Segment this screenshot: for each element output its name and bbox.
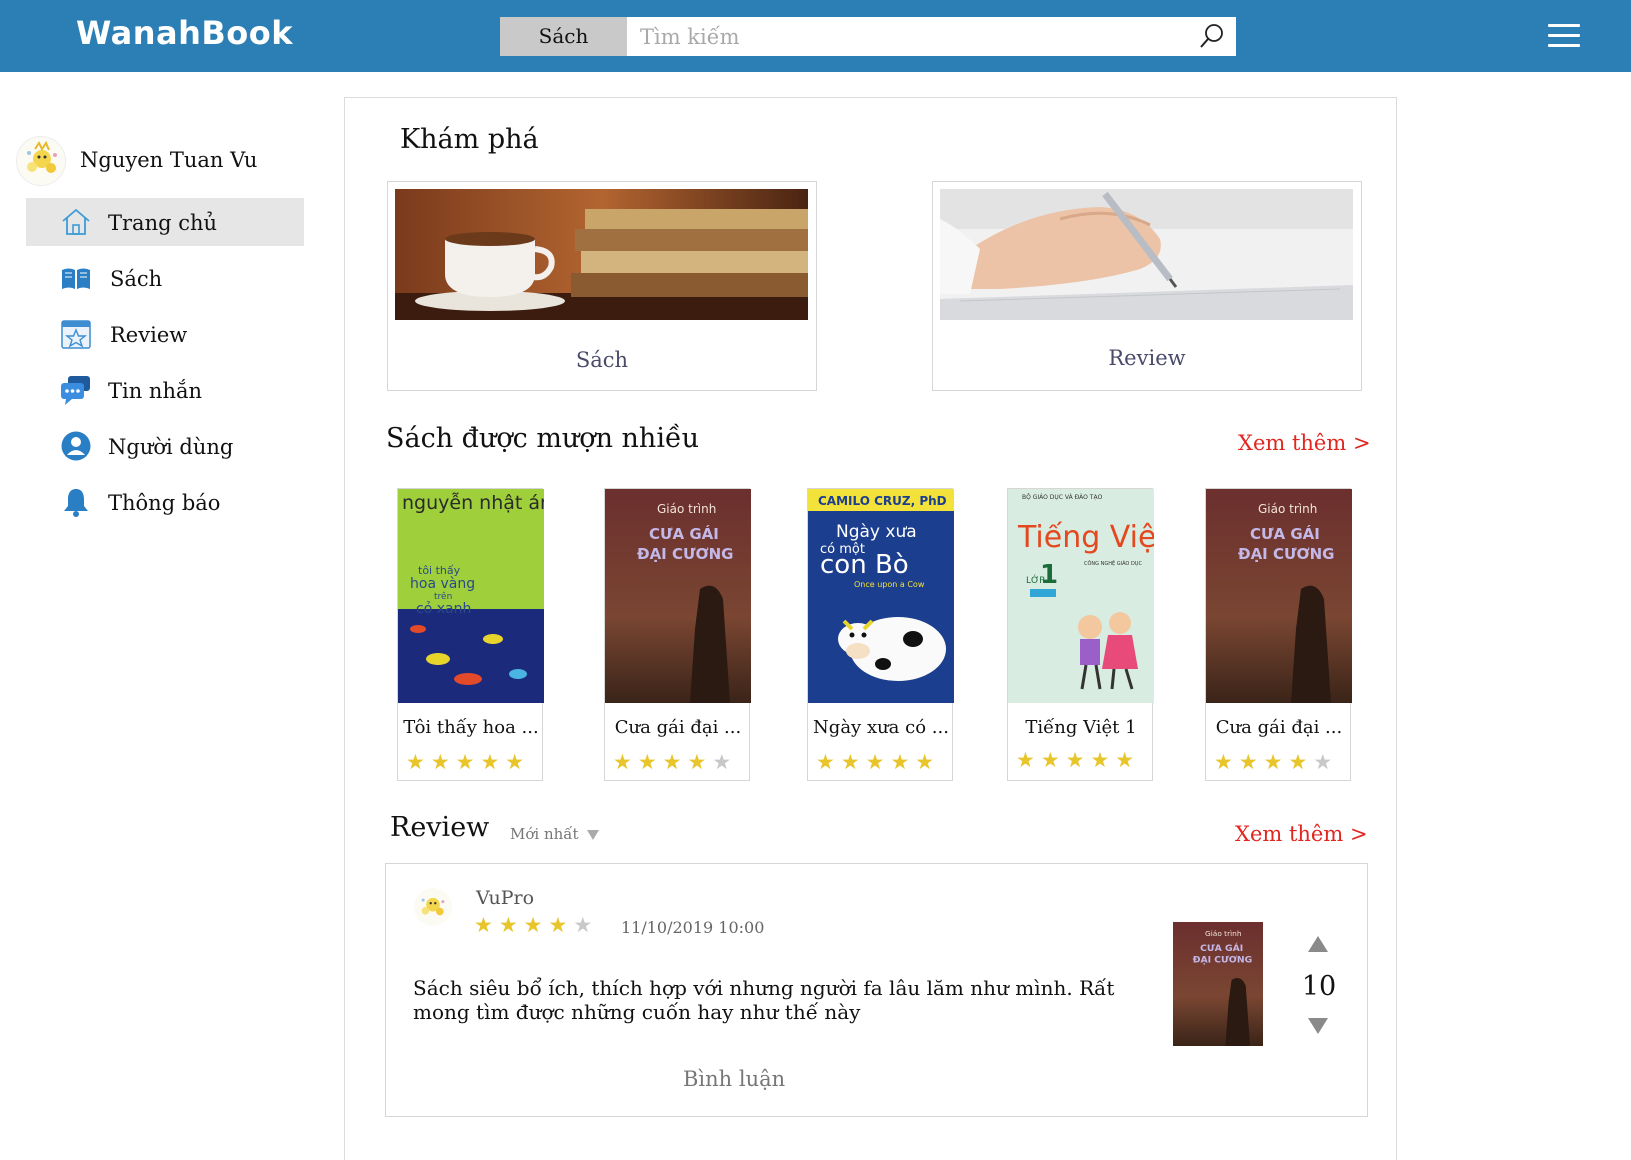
review-text: Sách siêu bổ ích, thích hợp với nhưng ng…	[413, 976, 1115, 1024]
dropdown-caret-icon	[586, 830, 599, 840]
search-icon[interactable]	[1197, 21, 1227, 51]
avatar[interactable]	[414, 888, 452, 926]
book-cover: BỘ GIÁO DỤC VÀ ĐÀO TẠO Tiếng Việt LỚP 1 …	[1008, 489, 1154, 703]
explore-card-label: Sách	[575, 348, 629, 372]
book-card[interactable]: BỘ GIÁO DỤC VÀ ĐÀO TẠO Tiếng Việt LỚP 1 …	[1007, 488, 1154, 781]
sidebar-item-users[interactable]: Người dùng	[26, 422, 304, 470]
book-title: Cưa gái đại ...	[614, 717, 742, 738]
svg-text:Giáo trình: Giáo trình	[1205, 929, 1241, 938]
review-username[interactable]: VuPro	[476, 887, 534, 909]
svg-text:Giáo trình: Giáo trình	[1258, 502, 1317, 516]
upvote-icon[interactable]	[1308, 936, 1328, 952]
comment-button[interactable]: Bình luận	[683, 1067, 785, 1091]
explore-card-label: Review	[1108, 346, 1186, 370]
sidebar-item-label: Người dùng	[108, 435, 234, 459]
book-icon	[62, 268, 90, 289]
bell-icon	[64, 489, 88, 517]
svg-text:Ngày xưa: Ngày xưa	[836, 522, 917, 542]
user-profile[interactable]: Nguyen Tuan Vu	[16, 136, 316, 188]
cover-author: nguyễn nhật ánh	[402, 491, 544, 514]
review-sort-label: Mới nhất	[510, 825, 579, 843]
avatar-image	[18, 138, 65, 185]
explore-heading: Khám phá	[400, 124, 539, 155]
sidebar-item-notifications[interactable]: Thông báo	[26, 478, 304, 526]
search-bar: Sách	[500, 17, 1236, 56]
book-cover: nguyễn nhật ánh tôi thấy hoa vàng trên c…	[398, 489, 544, 703]
svg-text:1: 1	[1040, 560, 1058, 590]
book-rating-stars: ★★★★★	[406, 750, 531, 774]
svg-text:Once upon a Cow: Once upon a Cow	[854, 580, 925, 589]
book-cover: Giáo trình CƯA GÁI ĐẠI CƯƠNG	[1206, 489, 1352, 703]
book-title: Tôi thấy hoa ...	[403, 717, 539, 738]
svg-text:CƯA GÁI: CƯA GÁI	[649, 524, 719, 543]
sidebar-item-label: Tin nhắn	[108, 379, 203, 403]
sidebar-item-messages[interactable]: Tin nhắn	[26, 366, 304, 414]
sidebar-item-label: Trang chủ	[108, 211, 218, 235]
book-cover: Giáo trình CƯA GÁI ĐẠI CƯƠNG	[605, 489, 751, 703]
app-logo[interactable]: WanahBook	[76, 14, 293, 52]
explore-card-review[interactable]: Review	[932, 181, 1362, 391]
svg-text:CƯA GÁI: CƯA GÁI	[1250, 524, 1320, 543]
user-icon	[61, 431, 91, 461]
review-sort-dropdown[interactable]: Mới nhất	[510, 825, 599, 843]
svg-text:BỘ GIÁO DỤC VÀ ĐÀO TẠO: BỘ GIÁO DỤC VÀ ĐÀO TẠO	[1022, 494, 1103, 501]
svg-text:cỏ xanh: cỏ xanh	[416, 601, 471, 617]
hamburger-menu-icon[interactable]	[1548, 24, 1580, 48]
book-title: Cưa gái đại ...	[1215, 717, 1343, 738]
search-category-select[interactable]: Sách	[500, 17, 627, 56]
book-rating-stars: ★★★★★	[816, 750, 941, 774]
books-coffee-image	[395, 189, 808, 320]
search-input[interactable]	[640, 21, 1180, 52]
book-card[interactable]: Giáo trình CƯA GÁI ĐẠI CƯƠNG Cưa gái đại…	[604, 488, 751, 781]
review-card: VuPro ★★★★★ 11/10/2019 10:00 Sách siêu b…	[385, 863, 1368, 1117]
sidebar-item-books[interactable]: Sách	[26, 254, 304, 302]
review-see-more-link[interactable]: Xem thêm >	[1235, 822, 1368, 846]
svg-text:Tiếng Việt: Tiếng Việt	[1017, 520, 1154, 555]
downvote-icon[interactable]	[1308, 1018, 1328, 1034]
svg-text:CÔNG NGHỆ GIÁO DỤC: CÔNG NGHỆ GIÁO DỤC	[1084, 559, 1142, 567]
book-card[interactable]: CAMILO CRUZ, PhD Ngày xưa có một con Bò …	[807, 488, 954, 781]
svg-text:hoa vàng: hoa vàng	[410, 576, 475, 592]
home-icon	[62, 208, 90, 235]
book-rating-stars: ★★★★★	[1214, 750, 1339, 774]
sidebar-item-label: Review	[110, 323, 188, 347]
svg-text:ĐẠI CƯƠNG: ĐẠI CƯƠNG	[637, 545, 734, 563]
avatar	[16, 136, 66, 186]
review-rating-stars: ★★★★★	[474, 913, 599, 937]
svg-text:ĐẠI CƯƠNG: ĐẠI CƯƠNG	[1193, 956, 1252, 966]
svg-text:CƯA GÁI: CƯA GÁI	[1200, 942, 1243, 954]
review-icon	[61, 320, 91, 349]
sidebar-item-review[interactable]: Review	[26, 310, 304, 358]
svg-text:Giáo trình: Giáo trình	[657, 502, 716, 516]
book-title: Tiếng Việt 1	[1025, 717, 1137, 738]
popular-see-more-link[interactable]: Xem thêm >	[1238, 431, 1371, 455]
popular-books-heading: Sách được mượn nhiều	[386, 423, 699, 454]
book-card[interactable]: nguyễn nhật ánh tôi thấy hoa vàng trên c…	[397, 488, 544, 781]
svg-text:con Bò: con Bò	[820, 550, 909, 580]
top-navbar: WanahBook Sách	[0, 0, 1631, 72]
sidebar-item-label: Sách	[110, 267, 163, 291]
profile-name: Nguyen Tuan Vu	[80, 148, 258, 172]
review-book-cover[interactable]: Giáo trình CƯA GÁI ĐẠI CƯƠNG	[1173, 922, 1263, 1046]
chat-icon	[61, 376, 90, 405]
vote-count: 10	[1301, 971, 1337, 1002]
book-card[interactable]: Giáo trình CƯA GÁI ĐẠI CƯƠNG Cưa gái đại…	[1205, 488, 1352, 781]
book-rating-stars: ★★★★★	[1016, 748, 1141, 772]
sidebar-item-home[interactable]: Trang chủ	[26, 198, 304, 246]
writing-hand-image	[940, 189, 1353, 320]
book-title: Ngày xưa có ...	[813, 717, 949, 738]
sidebar-nav: Trang chủ Sách Review Tin nhắn Người dùn…	[26, 198, 304, 534]
book-rating-stars: ★★★★★	[613, 750, 738, 774]
svg-text:ĐẠI CƯƠNG: ĐẠI CƯƠNG	[1238, 545, 1335, 563]
svg-text:CAMILO CRUZ, PhD: CAMILO CRUZ, PhD	[818, 494, 947, 508]
book-cover: CAMILO CRUZ, PhD Ngày xưa có một con Bò …	[808, 489, 954, 703]
review-heading: Review	[390, 812, 490, 843]
review-timestamp: 11/10/2019 10:00	[621, 918, 765, 937]
explore-card-books[interactable]: Sách	[387, 181, 817, 391]
sidebar-item-label: Thông báo	[108, 491, 221, 515]
